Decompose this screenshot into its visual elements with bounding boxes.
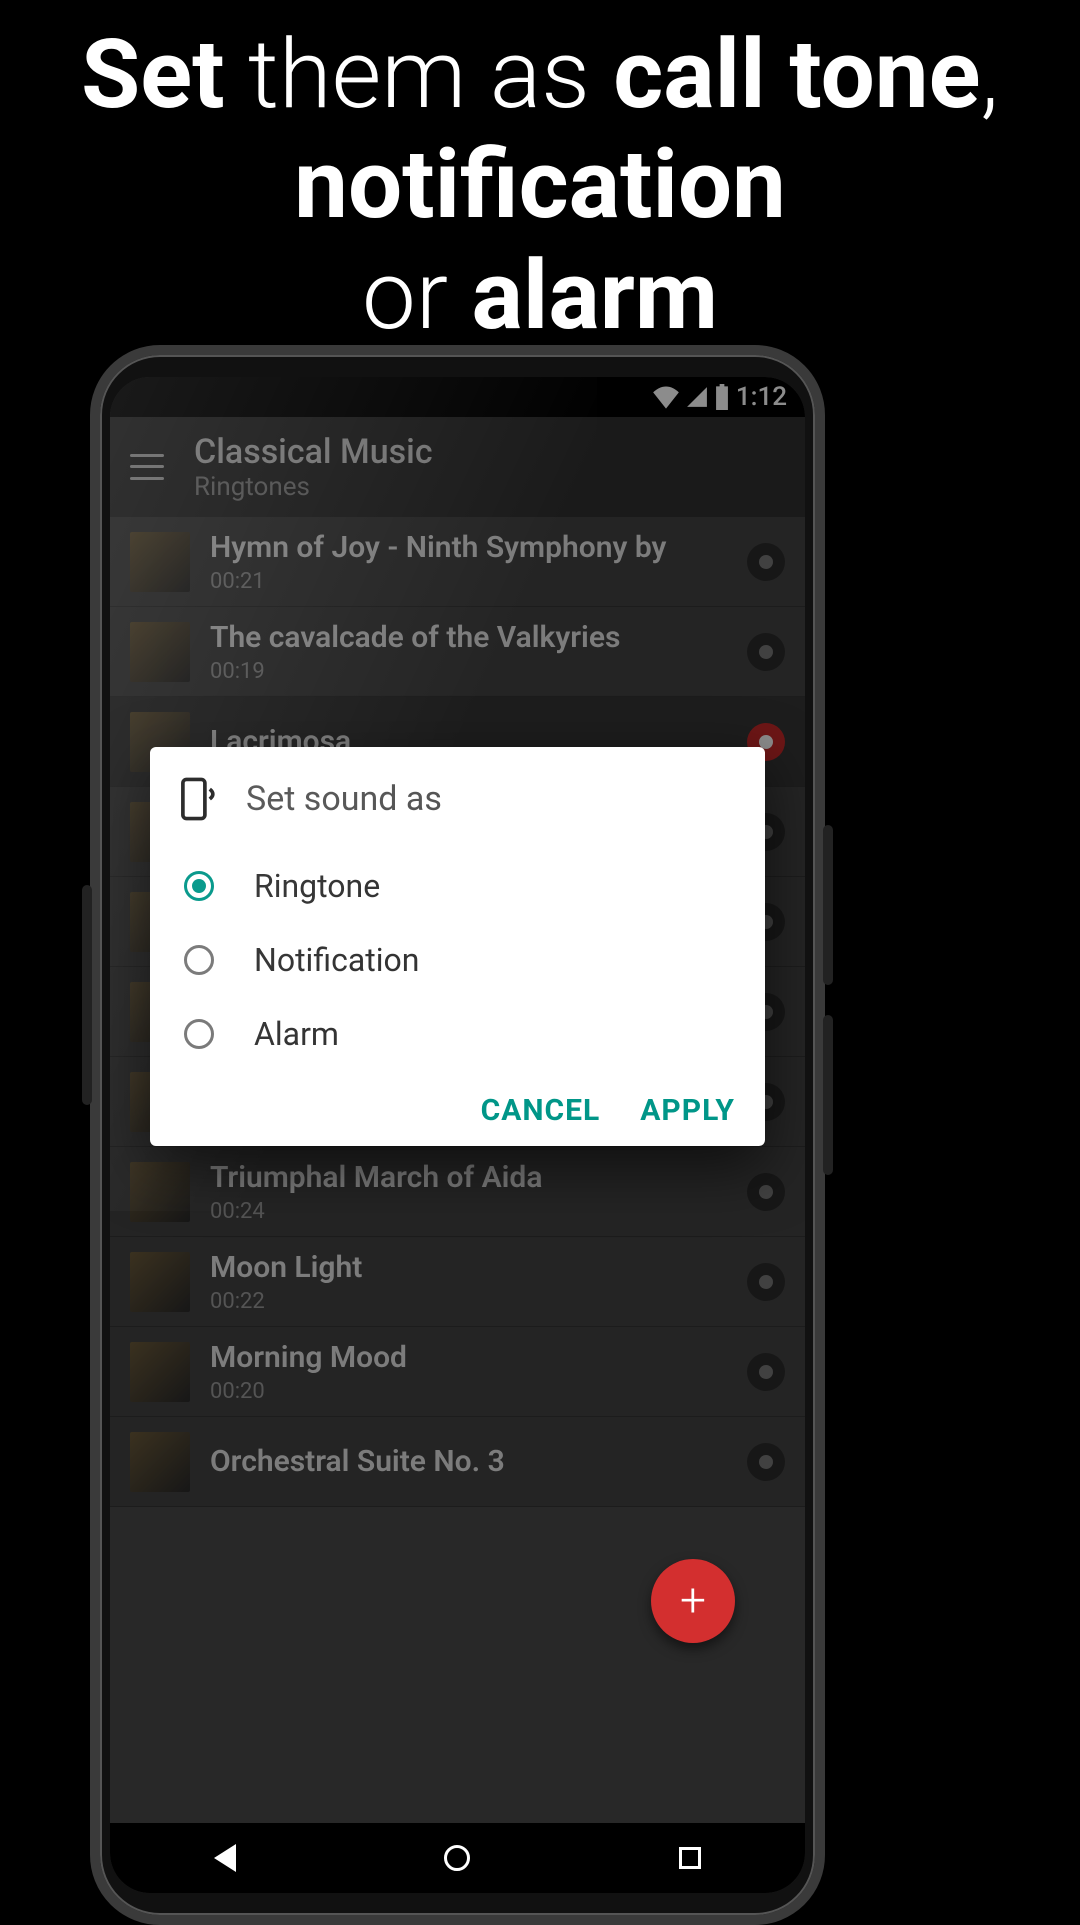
radio-icon	[184, 1019, 214, 1049]
option-label: Ringtone	[254, 867, 380, 905]
radio-icon	[184, 945, 214, 975]
promo-headline: Set them as call tone, notification or a…	[0, 0, 1080, 351]
phone-ring-icon	[180, 777, 220, 821]
nav-recent-icon[interactable]	[679, 1847, 701, 1869]
sound-option[interactable]: Notification	[180, 923, 735, 997]
sound-option[interactable]: Ringtone	[180, 849, 735, 923]
option-label: Alarm	[254, 1015, 339, 1053]
nav-back-icon[interactable]	[214, 1844, 236, 1872]
option-label: Notification	[254, 941, 419, 979]
radio-icon	[184, 871, 214, 901]
phone-screen: 1:12 Classical Music Ringtones Hymn of J…	[110, 377, 805, 1893]
android-nav-bar	[110, 1823, 805, 1893]
plus-icon: +	[680, 1574, 706, 1628]
phone-frame: 1:12 Classical Music Ringtones Hymn of J…	[90, 345, 825, 1925]
add-fab[interactable]: +	[651, 1559, 735, 1643]
dialog-title: Set sound as	[246, 779, 442, 819]
sound-option[interactable]: Alarm	[180, 997, 735, 1071]
nav-home-icon[interactable]	[444, 1845, 470, 1871]
apply-button[interactable]: APPLY	[640, 1093, 735, 1128]
set-sound-dialog: Set sound as Ringtone Notification Alarm C…	[150, 747, 765, 1146]
cancel-button[interactable]: CANCEL	[481, 1093, 601, 1128]
